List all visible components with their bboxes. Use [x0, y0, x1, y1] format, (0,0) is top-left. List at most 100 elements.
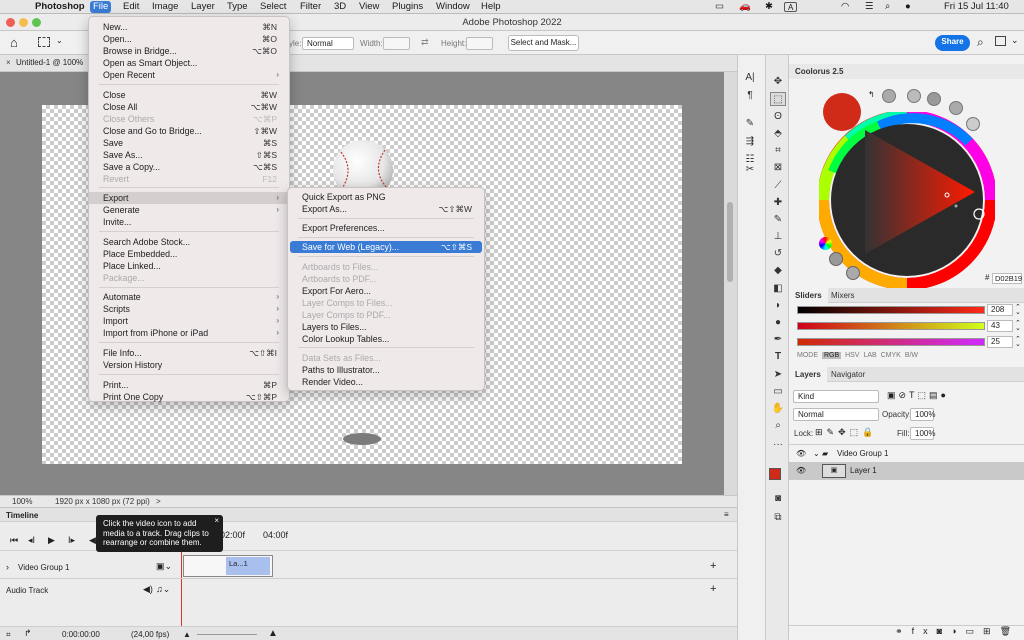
layer-row-layer1[interactable]: 👁 ▣ Layer 1: [789, 462, 1024, 480]
file-item[interactable]: File Info... ⌥⇧⌘I: [89, 347, 289, 359]
siri-icon[interactable]: ●: [902, 1, 914, 13]
menu-type[interactable]: Type: [224, 1, 251, 13]
layers-footer-icons[interactable]: ⚭fx◙◑▭⊞🗑: [789, 625, 1024, 640]
close-window-icon[interactable]: [6, 18, 15, 27]
export-item[interactable]: Render Video...: [288, 376, 484, 388]
mini-wheel-icon[interactable]: [819, 237, 832, 250]
zoom-in-icon[interactable]: ▲: [268, 628, 278, 639]
stepper-icon[interactable]: ⌃ ⌄: [1015, 304, 1021, 316]
chevron-down-icon[interactable]: ⌄: [1011, 35, 1019, 46]
vertical-scrollbar[interactable]: [727, 202, 733, 282]
file-item[interactable]: Open... ⌘O: [89, 33, 289, 45]
export-item[interactable]: Save for Web (Legacy)... ⌥⇧⌘S: [290, 241, 482, 254]
car-icon[interactable]: 🚗: [736, 1, 754, 13]
stepper-icon[interactable]: ⌃ ⌄: [1015, 320, 1021, 332]
adjustments-icon[interactable]: ⇶: [742, 135, 758, 149]
panel-menu-icon[interactable]: ≡: [724, 510, 729, 519]
frame-tool-icon[interactable]: ⊠: [770, 161, 786, 175]
width-field[interactable]: [383, 37, 410, 50]
green-value[interactable]: 43: [987, 320, 1013, 332]
style-select[interactable]: Normal: [302, 37, 354, 50]
control-center-icon[interactable]: ☰: [862, 1, 877, 13]
eyedropper-icon[interactable]: ⟋: [770, 179, 786, 193]
status-arrow-icon[interactable]: >: [156, 497, 161, 506]
file-item[interactable]: Invite...: [89, 216, 289, 228]
paint-bucket-icon[interactable]: ◧: [770, 282, 786, 296]
tab-close-icon[interactable]: ×: [6, 58, 11, 67]
apple-menu-icon[interactable]: [8, 1, 14, 13]
file-item[interactable]: Print... ⌘P: [89, 379, 289, 391]
opacity-field[interactable]: 100%: [910, 408, 935, 421]
menu-photoshop[interactable]: Photoshop: [32, 1, 88, 13]
tab-navigator[interactable]: Navigator: [825, 367, 871, 382]
foreground-color-swatch[interactable]: [769, 468, 781, 480]
object-select-icon[interactable]: ⬘: [770, 127, 786, 141]
screen-mode-icon[interactable]: ⧉: [770, 511, 786, 525]
layer-row-video-group[interactable]: 👁 ⌄ ▰ Video Group 1: [789, 444, 1024, 462]
palette-swatch-3[interactable]: [927, 92, 941, 106]
mute-icon[interactable]: ◀): [143, 584, 153, 595]
render-icon[interactable]: ⌗: [6, 630, 11, 640]
export-item[interactable]: Quick Export as PNG: [288, 191, 484, 203]
move-tool-icon[interactable]: ✥: [770, 75, 786, 89]
expand-chevron-icon[interactable]: ⌄: [813, 445, 820, 463]
file-item[interactable]: Generate ›: [89, 204, 289, 216]
tab-mixers[interactable]: Mixers: [825, 288, 861, 303]
menu-plugins[interactable]: Plugins: [389, 1, 426, 13]
file-item[interactable]: Import from iPhone or iPad ›: [89, 327, 289, 339]
menu-window[interactable]: Window: [433, 1, 473, 13]
export-item[interactable]: Layers to Files...: [288, 321, 484, 333]
wifi-icon[interactable]: ◠: [838, 1, 852, 13]
zoom-out-icon[interactable]: ▲: [183, 630, 191, 639]
search-icon[interactable]: ⌕: [977, 35, 984, 50]
search-icon[interactable]: ⌕: [882, 1, 893, 13]
palette-swatch-1[interactable]: [882, 89, 896, 103]
export-item[interactable]: Paths to Illustrator...: [288, 364, 484, 376]
first-frame-icon[interactable]: ⏮: [10, 535, 18, 546]
zoom-window-icon[interactable]: [32, 18, 41, 27]
zoom-level[interactable]: 100%: [12, 497, 32, 506]
more-tools-icon[interactable]: ···: [770, 438, 786, 452]
file-item[interactable]: Save As... ⇧⌘S: [89, 149, 289, 161]
transition-icon[interactable]: ↱: [24, 628, 32, 639]
add-audio-icon[interactable]: +: [710, 583, 716, 595]
prev-frame-icon[interactable]: ◂I: [28, 535, 35, 546]
type-tool-icon[interactable]: T: [770, 350, 786, 364]
file-item[interactable]: Automate ›: [89, 291, 289, 303]
file-item[interactable]: Save a Copy... ⌥⌘S: [89, 161, 289, 173]
export-item[interactable]: Export Preferences...: [288, 222, 484, 234]
menubar-clock[interactable]: Fri 15 Jul 11:40: [941, 1, 1012, 13]
fill-field[interactable]: 100%: [910, 427, 935, 440]
palette-swatch-2[interactable]: [907, 89, 921, 103]
zoom-tool-icon[interactable]: ⌕: [770, 419, 786, 433]
file-item[interactable]: Open Recent ›: [89, 69, 289, 81]
red-slider[interactable]: [797, 306, 985, 314]
file-item[interactable]: Export ›: [89, 192, 289, 205]
red-value[interactable]: 208: [987, 304, 1013, 316]
mode-bw[interactable]: B/W: [905, 352, 918, 359]
pen-tool-icon[interactable]: ✒: [770, 333, 786, 347]
input-source-icon[interactable]: A: [784, 2, 798, 12]
display-icon[interactable]: ▭: [712, 1, 727, 13]
file-item[interactable]: Browse in Bridge... ⌥⌘O: [89, 45, 289, 57]
zoom-slider[interactable]: [197, 634, 257, 635]
swap-icon[interactable]: ⇄: [421, 37, 429, 48]
home-icon[interactable]: ⌂: [10, 35, 18, 50]
tooltip-close-icon[interactable]: ×: [214, 516, 219, 526]
playhead[interactable]: [181, 540, 182, 632]
brush-settings-icon[interactable]: ✎: [742, 117, 758, 131]
add-media-icon[interactable]: +: [710, 560, 716, 572]
export-item[interactable]: Export For Aero...: [288, 285, 484, 297]
blend-mode-select[interactable]: Normal: [793, 408, 879, 421]
blue-slider[interactable]: [797, 338, 985, 346]
file-item[interactable]: Import ›: [89, 315, 289, 327]
expand-chevron-icon[interactable]: ›: [6, 562, 9, 572]
lasso-tool-icon[interactable]: ʘ: [770, 110, 786, 124]
tools-icon[interactable]: ✂: [742, 163, 758, 177]
lock-icons[interactable]: ⊞✎✥⬚🔒: [815, 427, 877, 438]
menu-filter[interactable]: Filter: [297, 1, 324, 13]
file-item[interactable]: New... ⌘N: [89, 21, 289, 33]
height-field[interactable]: [466, 37, 493, 50]
export-item[interactable]: Color Lookup Tables...: [288, 333, 484, 345]
menu-view[interactable]: View: [356, 1, 382, 13]
